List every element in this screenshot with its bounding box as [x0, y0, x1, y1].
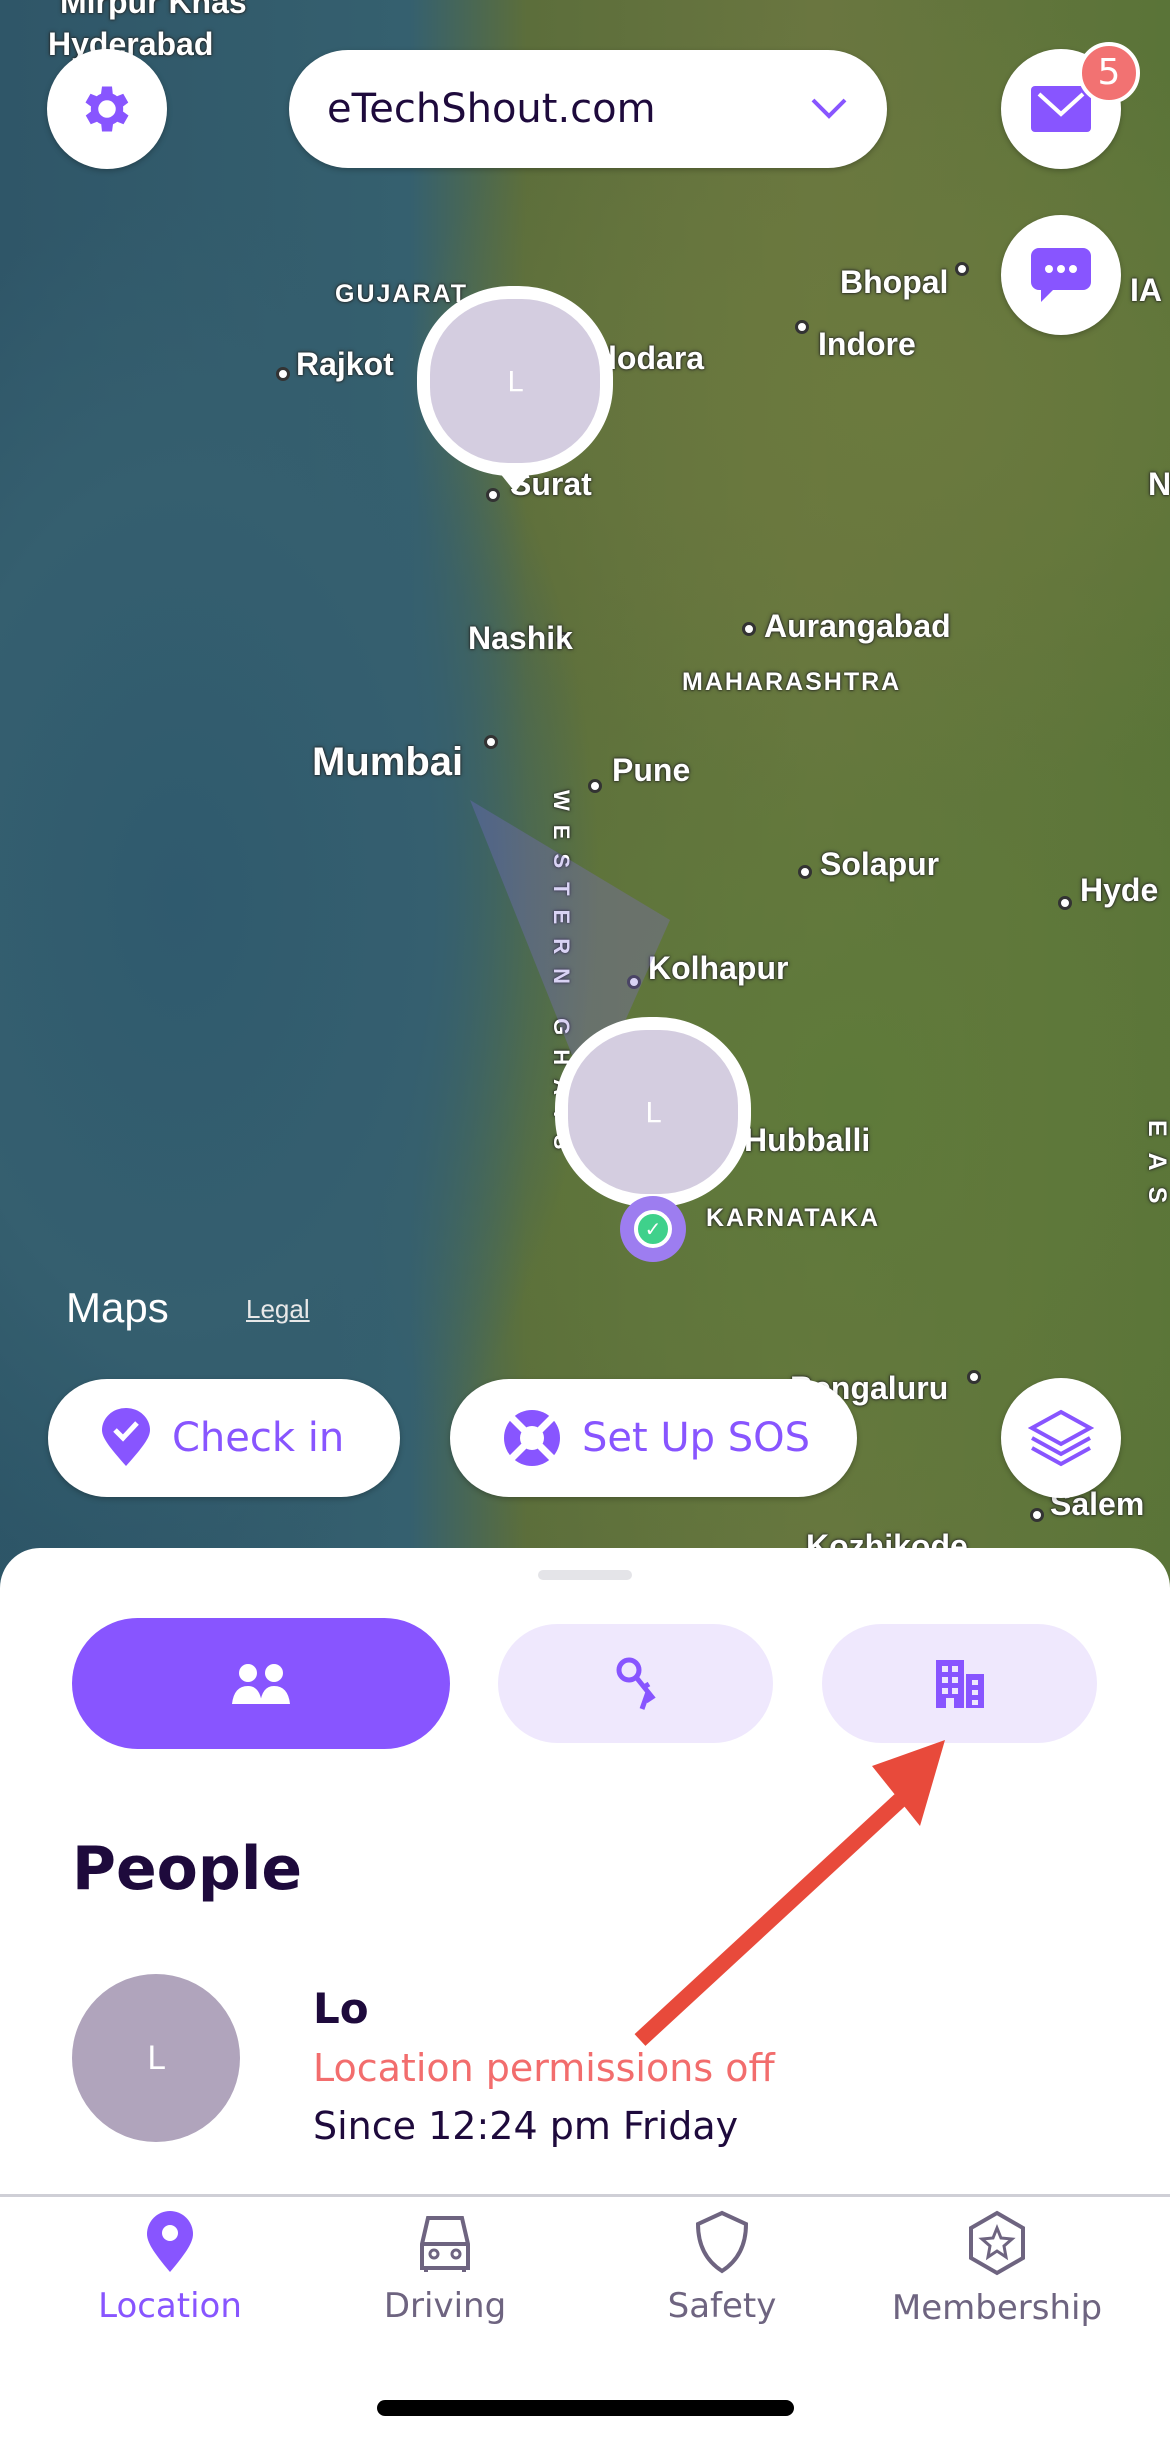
star-badge-icon	[969, 2210, 1025, 2276]
shield-icon	[695, 2210, 749, 2274]
nav-safety[interactable]: Safety	[592, 2210, 852, 2326]
home-indicator[interactable]	[377, 2400, 794, 2416]
annotation-arrow	[634, 1740, 945, 2046]
nav-location[interactable]: Location	[40, 2210, 300, 2326]
divider	[0, 2194, 1170, 2197]
location-pin-icon	[147, 2211, 193, 2272]
nav-driving[interactable]: Driving	[315, 2210, 575, 2326]
nav-membership[interactable]: Membership	[867, 2210, 1127, 2328]
car-icon	[420, 2216, 470, 2272]
